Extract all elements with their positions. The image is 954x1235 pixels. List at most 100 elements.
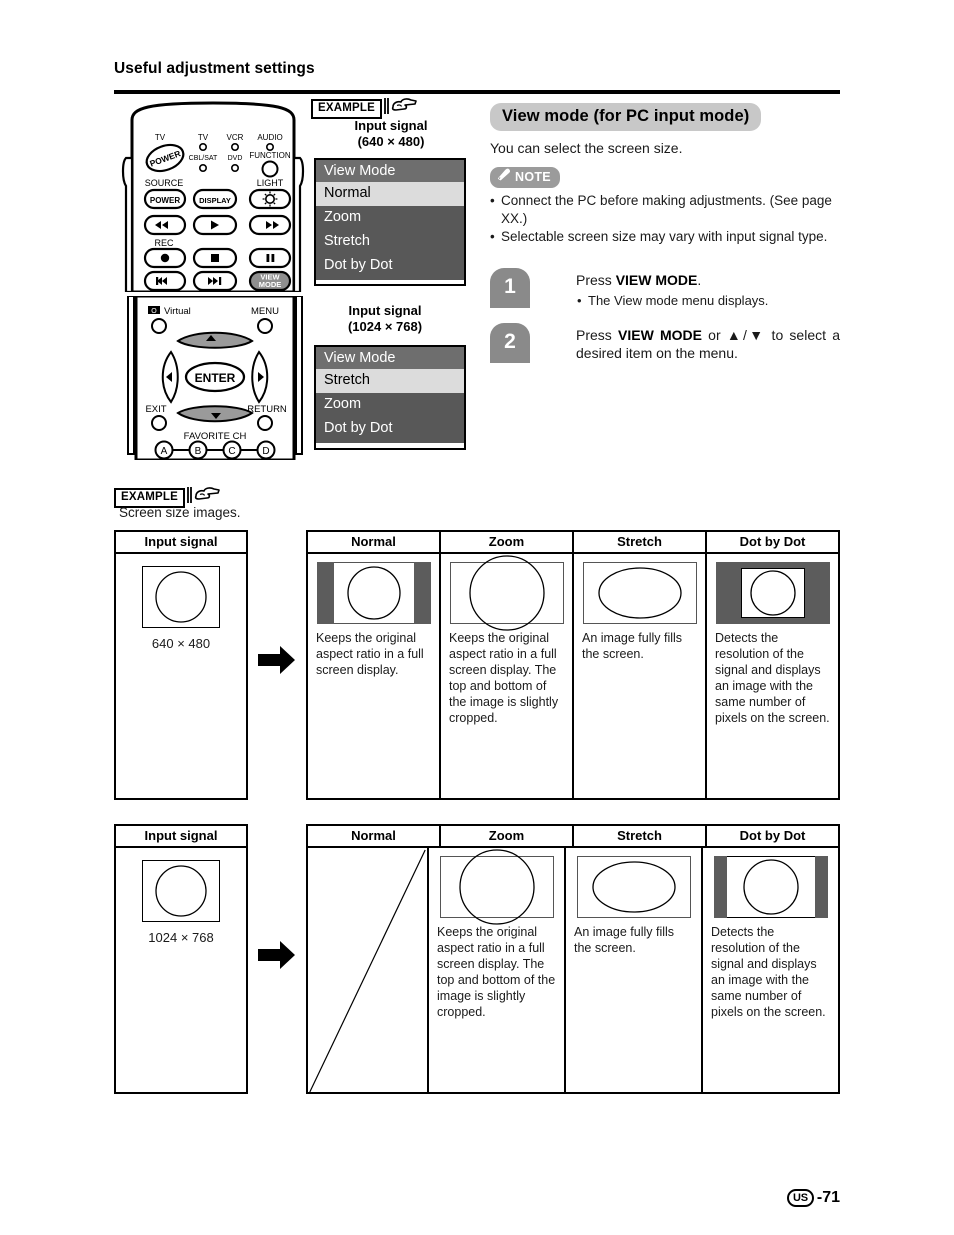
input-signal-header-row: Input signal — [116, 826, 246, 848]
step-number: 2 — [490, 322, 530, 363]
pencil-icon — [497, 168, 511, 186]
mode-desc-zoom-2: Keeps the original aspect ratio in a ful… — [437, 925, 556, 1019]
input-signal-label-2: Input signal (1024 × 768) — [347, 303, 423, 334]
mode-header-stretch: Stretch — [572, 826, 705, 846]
note-item: Connect the PC before making adjustments… — [490, 192, 840, 227]
mode-header-zoom: Zoom — [439, 826, 572, 846]
mode-cell-normal-2 — [308, 848, 427, 1094]
note-item: Selectable screen size may vary with inp… — [490, 228, 840, 246]
note-badge: NOTE — [490, 167, 560, 188]
mode-cell-zoom-2: Keeps the original aspect ratio in a ful… — [427, 848, 564, 1094]
step-suffix: . — [697, 271, 702, 288]
input-signal-box-1: Input signal 640 × 480 — [114, 530, 248, 800]
menu-button — [257, 318, 273, 334]
input-pictogram-1 — [142, 566, 220, 628]
label-dvd: DVD — [228, 155, 243, 162]
svg-text:O: O — [151, 308, 157, 315]
step-bold-key: VIEW MODE — [615, 271, 698, 288]
step-body: Press VIEW MODE or ▲/▼ to select a desir… — [576, 323, 840, 362]
pictogram-stretch-2 — [576, 856, 691, 918]
label-exit: EXIT — [145, 404, 166, 415]
label-cbl-sat: CBL/SAT — [189, 155, 218, 162]
osd-items-2: Stretch Zoom Dot by Dot — [316, 369, 464, 443]
mode-header-zoom: Zoom — [439, 532, 572, 552]
led-audio — [266, 142, 275, 151]
mode-cell-zoom-1: Keeps the original aspect ratio in a ful… — [439, 554, 572, 800]
mode-cell-stretch-1: An image fully fills the screen. — [572, 554, 705, 800]
mode-body-row-2: Keeps the original aspect ratio in a ful… — [308, 848, 838, 1094]
input-signal-cell-1: 640 × 480 — [116, 554, 246, 651]
mode-cell-normal-1: Keeps the original aspect ratio in a ful… — [308, 554, 439, 800]
input-signal-header: Input signal — [144, 534, 218, 549]
flow-arrow-1 — [258, 645, 296, 680]
output-modes-box-1: Normal Zoom Stretch Dot by Dot Keeps the… — [306, 530, 840, 800]
osd-title-2: View Mode — [316, 347, 464, 369]
input-pictogram-2 — [142, 860, 220, 922]
remote-lower-svg: O Virtual MENU ENTER EXIT RETURN FAVORIT… — [127, 294, 303, 462]
led-vcr — [231, 142, 240, 151]
osd-item-zoom-2[interactable]: Zoom — [316, 393, 464, 417]
mode-desc-zoom-1: Keeps the original aspect ratio in a ful… — [449, 631, 559, 725]
osd-item-dot-by-dot[interactable]: Dot by Dot — [316, 254, 464, 278]
pictogram-stretch-1 — [582, 562, 697, 624]
page-footer: US -71 — [786, 1189, 840, 1207]
stop-icon — [211, 254, 219, 262]
exit-button — [151, 415, 167, 431]
page-title: Useful adjustment settings — [114, 60, 315, 77]
enter-label: ENTER — [195, 371, 236, 385]
mode-header-normal: Normal — [351, 828, 396, 843]
not-available-slash — [308, 848, 427, 1094]
favorite-a-label: A — [161, 446, 168, 457]
step-prefix: Press — [576, 326, 618, 343]
mode-header-dot-by-dot: Dot by Dot — [705, 826, 838, 846]
led-tv — [199, 142, 208, 151]
input-signal-header: Input signal — [144, 828, 218, 843]
section-intro: You can select the screen size. — [490, 140, 683, 156]
label-favorite-ch: FAVORITE CH — [184, 431, 247, 442]
mode-cell-stretch-2: An image fully fills the screen. — [564, 848, 701, 1094]
label-tv: TV — [198, 133, 209, 142]
mode-header-row-2: Normal Zoom Stretch Dot by Dot — [308, 826, 838, 848]
remote-control-upper-illustration: TV TV VCR AUDIO CBL/SAT DVD FUNCTION POW… — [118, 100, 308, 294]
osd-item-stretch-2[interactable]: Stretch — [316, 369, 464, 393]
label-audio: AUDIO — [257, 133, 282, 142]
mode-desc-normal-1: Keeps the original aspect ratio in a ful… — [316, 631, 424, 677]
input-signal-box-2: Input signal 1024 × 768 — [114, 824, 248, 1094]
pictogram-dot-by-dot-1 — [715, 562, 830, 624]
view-mode-section: View mode (for PC input mode) You can se… — [490, 103, 840, 377]
view-mode-label-line2: MODE — [259, 280, 282, 289]
mode-desc-stretch-2: An image fully fills the screen. — [574, 925, 675, 955]
osd-item-stretch[interactable]: Stretch — [316, 230, 464, 254]
label-menu: MENU — [251, 306, 279, 317]
osd-title-1: View Mode — [316, 160, 464, 182]
osd-menu-640x480: View Mode Normal Zoom Stretch Dot by Dot — [314, 158, 466, 286]
step-instruction: Press VIEW MODE or ▲/▼ to select a desir… — [576, 326, 840, 362]
input-signal-label-1: Input signal (640 × 480) — [354, 118, 428, 149]
osd-item-dot-by-dot-2[interactable]: Dot by Dot — [316, 417, 464, 441]
input-resolution-1: 640 × 480 — [151, 636, 211, 651]
pictogram-zoom-1 — [449, 555, 564, 631]
pictogram-normal-1 — [316, 562, 431, 624]
label-tv-power: TV — [155, 133, 166, 142]
osd-item-normal[interactable]: Normal — [316, 182, 464, 206]
osd-item-zoom[interactable]: Zoom — [316, 206, 464, 230]
display-label: DISPLAY — [199, 196, 231, 205]
pause-button — [248, 247, 292, 269]
step-bold-key: VIEW MODE — [618, 326, 702, 343]
osd-menu-1024x768: View Mode Stretch Zoom Dot by Dot — [314, 345, 466, 450]
flow-arrow-2 — [258, 940, 296, 975]
section-title: View mode (for PC input mode) — [490, 103, 762, 131]
step-number: 1 — [490, 267, 530, 308]
screen-size-caption: Screen size images. — [119, 505, 241, 520]
pictogram-dot-by-dot-2 — [713, 856, 828, 918]
page-number: -71 — [816, 1189, 840, 1206]
input-resolution-2: 1024 × 768 — [148, 930, 214, 945]
example-label: EXAMPLE — [311, 98, 382, 119]
favorite-c-label: C — [228, 446, 235, 457]
step-body: Press VIEW MODE. The View mode menu disp… — [576, 268, 840, 309]
mode-header-stretch: Stretch — [572, 532, 705, 552]
osd-items-1: Normal Zoom Stretch Dot by Dot — [316, 182, 464, 280]
step-2: 2 Press VIEW MODE or ▲/▼ to select a des… — [490, 322, 840, 363]
label-virtual: Virtual — [164, 306, 191, 317]
mode-body-row-1: Keeps the original aspect ratio in a ful… — [308, 554, 838, 800]
